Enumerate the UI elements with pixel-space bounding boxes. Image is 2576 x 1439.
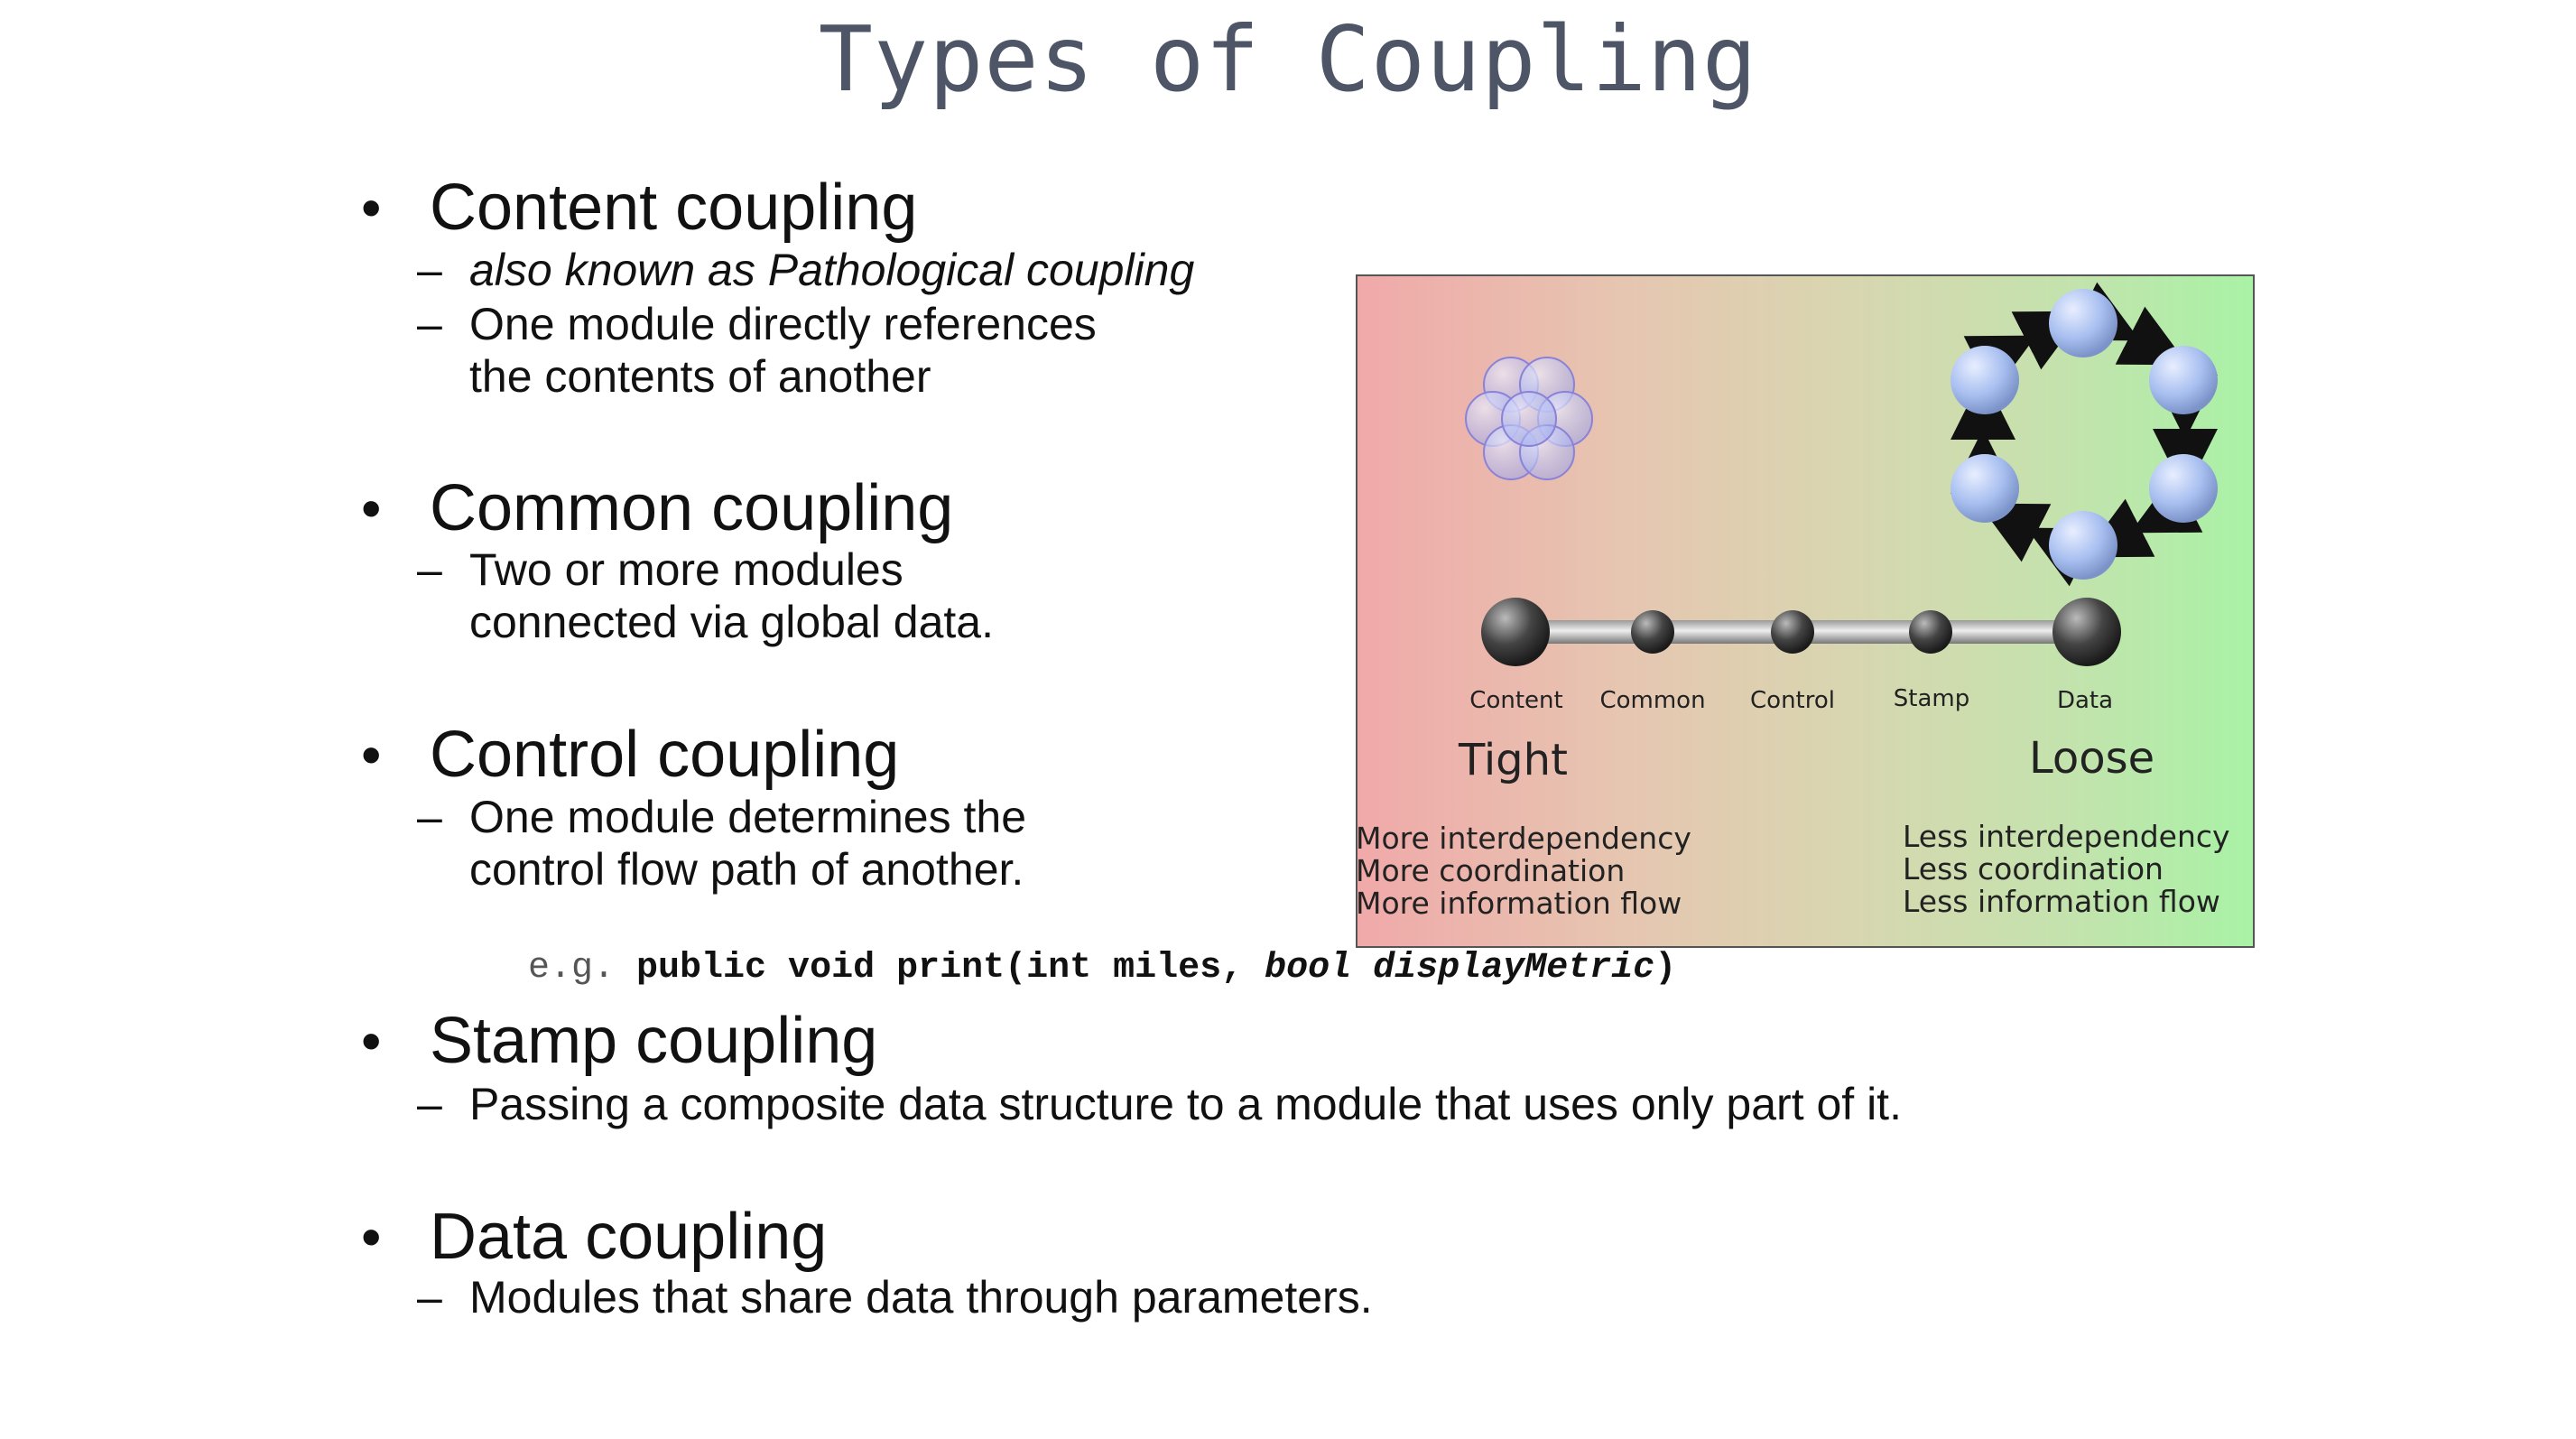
dash: – bbox=[417, 299, 442, 349]
bullet-heading: Stamp coupling bbox=[430, 1005, 878, 1077]
bullet-dot: • bbox=[361, 476, 382, 541]
sub-item: – Modules that share data through parame… bbox=[417, 1271, 1373, 1323]
dash: – bbox=[417, 792, 442, 842]
scale-node-content bbox=[1481, 598, 1550, 666]
sub-item: – also known as Pathological coupling bbox=[417, 244, 1195, 296]
desc-line: One module determines the bbox=[469, 792, 1027, 842]
desc-line: One module directly references bbox=[469, 299, 1097, 349]
dash: – bbox=[417, 245, 442, 295]
tight-desc-line: More information flow bbox=[1356, 886, 1682, 921]
bullet-heading: Data coupling bbox=[430, 1201, 828, 1273]
loose-description: Less interdependency Less coordination L… bbox=[1903, 821, 2230, 918]
bullet-heading: Control coupling bbox=[430, 719, 900, 791]
tight-desc-line: More coordination bbox=[1356, 853, 1626, 888]
loose-desc-line: Less information flow bbox=[1903, 884, 2220, 919]
bullet-dot: • bbox=[361, 1204, 382, 1269]
dash: – bbox=[417, 1272, 442, 1323]
sub-item: – Two or more modules connected via glob… bbox=[417, 543, 994, 648]
page-title: Types of Coupling bbox=[818, 6, 1758, 112]
example-signature: public void print(int miles, bbox=[636, 948, 1244, 989]
scale-node-stamp bbox=[1909, 610, 1952, 654]
sub-item: – One module determines the control flow… bbox=[417, 791, 1027, 896]
tight-desc-line: More interdependency bbox=[1356, 821, 1691, 856]
bullet-heading: Common coupling bbox=[430, 472, 954, 544]
desc-line: Passing a composite data structure to a … bbox=[469, 1079, 1902, 1129]
loose-hexagon-icon bbox=[1951, 282, 2218, 587]
scale-label-control: Control bbox=[1750, 687, 1835, 714]
scale-label-content: Content bbox=[1469, 687, 1563, 714]
example-close: ) bbox=[1654, 948, 1677, 989]
scale-node-common bbox=[1631, 610, 1674, 654]
desc-line: Modules that share data through paramete… bbox=[469, 1272, 1373, 1323]
dash: – bbox=[417, 544, 442, 595]
desc-line: the contents of another bbox=[469, 351, 931, 402]
loose-desc-line: Less interdependency bbox=[1903, 819, 2230, 854]
tight-label: Tight bbox=[1459, 735, 1568, 785]
scale-label-data: Data bbox=[2056, 687, 2114, 714]
scale-node-control bbox=[1771, 610, 1814, 654]
bullet-dot: • bbox=[361, 722, 382, 787]
loose-desc-line: Less coordination bbox=[1903, 851, 2164, 887]
desc-line: Two or more modules bbox=[469, 544, 903, 595]
dash: – bbox=[417, 1079, 442, 1129]
bullet-dot: • bbox=[361, 175, 382, 240]
tight-cluster-icon bbox=[1465, 357, 1593, 480]
tight-description: More interdependency More coordination M… bbox=[1356, 821, 1691, 921]
coupling-diagram: Content Common Control Stamp Data Tight … bbox=[1356, 274, 2255, 948]
desc-line: control flow path of another. bbox=[469, 844, 1024, 895]
example-arg: bool displayMetric bbox=[1265, 948, 1655, 989]
code-example: e.g. public void print(int miles, bool d… bbox=[528, 946, 1676, 991]
desc-line: connected via global data. bbox=[469, 597, 994, 647]
bullet-dot: • bbox=[361, 1008, 382, 1073]
aka-text: also known as Pathological coupling bbox=[469, 245, 1195, 295]
sub-item: – Passing a composite data structure to … bbox=[417, 1078, 1902, 1130]
scale-label-common: Common bbox=[1599, 687, 1706, 714]
bullet-heading: Content coupling bbox=[430, 172, 918, 244]
scale-node-data bbox=[2052, 598, 2121, 666]
scale-label-stamp: Stamp bbox=[1893, 685, 1970, 712]
loose-label: Loose bbox=[2029, 733, 2155, 784]
example-prefix: e.g. bbox=[528, 948, 616, 989]
sub-item: – One module directly references the con… bbox=[417, 298, 1097, 403]
